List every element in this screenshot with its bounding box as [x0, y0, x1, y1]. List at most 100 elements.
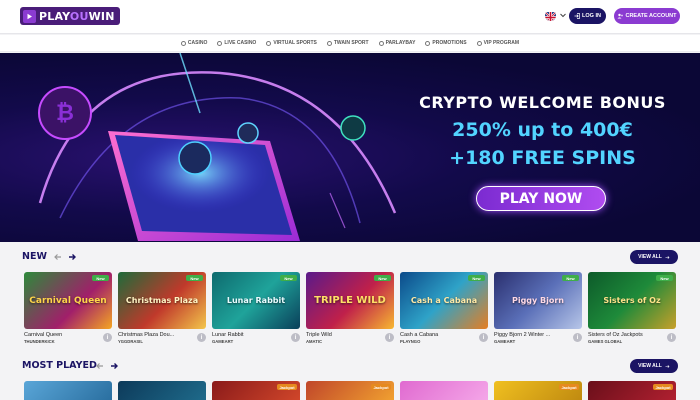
- nav-label: LIVE CASINO: [224, 40, 257, 46]
- game-name: Triple Wild: [306, 332, 332, 338]
- play-now-button[interactable]: PLAY NOW: [476, 186, 606, 211]
- game-card[interactable]: Sisters of Oz New Sisters of Oz Jackpots…: [588, 272, 676, 344]
- view-all-button[interactable]: VIEW ALL: [630, 250, 678, 264]
- logo-text: PLAYOUWIN: [39, 9, 115, 23]
- game-thumbnail[interactable]: Jackpot: [212, 381, 300, 400]
- game-card[interactable]: Cash a Cabana New Cash a Cabana PLAYNGO …: [400, 272, 488, 344]
- game-name: Sisters of Oz Jackpots: [588, 332, 643, 338]
- section-title-most-played: MOST PLAYED: [22, 360, 97, 371]
- nav-label: VIP PROGRAM: [483, 40, 520, 46]
- game-thumbnail[interactable]: Cash a Cabana New: [400, 272, 488, 329]
- new-badge: New: [374, 275, 391, 281]
- jackpot-badge: Jackpot: [371, 384, 391, 390]
- arrow-right-icon[interactable]: [108, 360, 120, 372]
- game-provider: YGGDRASIL: [118, 339, 143, 344]
- game-thumbnail[interactable]: TRIPLE WILD New: [306, 272, 394, 329]
- nav-label: VIRTUAL SPORTS: [273, 40, 317, 46]
- new-badge: New: [92, 275, 109, 281]
- game-name: Cash a Cabana: [400, 332, 439, 338]
- chevron-down-icon[interactable]: [559, 11, 567, 19]
- game-card[interactable]: Carnival Queen New Carnival Queen THUNDE…: [24, 272, 112, 344]
- login-icon: [574, 13, 580, 19]
- info-icon[interactable]: i: [197, 333, 206, 342]
- game-thumbnail[interactable]: Jackpot: [588, 381, 676, 400]
- arrow-right-icon: [665, 364, 670, 368]
- promotions-icon: [425, 40, 431, 46]
- game-thumbnail[interactable]: Christmas Plaza New: [118, 272, 206, 329]
- view-all-label: VIEW ALL: [638, 363, 662, 369]
- parlaybay-icon: [378, 40, 384, 46]
- game-name: Christmas Plaza Dou...: [118, 332, 175, 338]
- game-thumbnail[interactable]: Lunar Rabbit New: [212, 272, 300, 329]
- game-thumbnail[interactable]: Piggy Bjorn New: [494, 272, 582, 329]
- info-icon[interactable]: i: [103, 333, 112, 342]
- game-thumbnail[interactable]: Jackpot: [306, 381, 394, 400]
- game-thumbnail[interactable]: [118, 381, 206, 400]
- arrow-left-icon[interactable]: [52, 251, 64, 263]
- game-card[interactable]: Lunar Rabbit New Lunar Rabbit GAMEART i: [212, 272, 300, 344]
- nav-label: PROMOTIONS: [432, 40, 467, 46]
- login-button[interactable]: LOG IN: [569, 8, 606, 24]
- game-provider: GAMEART: [494, 339, 516, 344]
- info-icon[interactable]: i: [573, 333, 582, 342]
- new-badge: New: [656, 275, 673, 281]
- info-icon[interactable]: i: [385, 333, 394, 342]
- section-title-new: NEW: [22, 251, 47, 262]
- nav-label: TWAIN SPORT: [333, 40, 369, 46]
- live-casino-icon: [217, 40, 223, 46]
- most-played-section-header: MOST PLAYED VIEW ALL: [0, 358, 700, 376]
- game-card[interactable]: Christmas Plaza New Christmas Plaza Dou.…: [118, 272, 206, 344]
- twain-sport-icon: [326, 40, 332, 46]
- virtual-sports-icon: [266, 40, 272, 46]
- nav-label: PARLAYBAY: [385, 40, 416, 46]
- jackpot-badge: Jackpot: [559, 384, 579, 390]
- view-all-button[interactable]: VIEW ALL: [630, 359, 678, 373]
- hero-banner[interactable]: ₿ CRYPTO WELCOME BONUS 250% up to 400€ +…: [0, 53, 700, 242]
- info-icon[interactable]: i: [667, 333, 676, 342]
- game-thumbnail[interactable]: Sisters of Oz New: [588, 272, 676, 329]
- vip-icon: [476, 40, 482, 46]
- new-badge: New: [186, 275, 203, 281]
- game-provider: GAMES GLOBAL: [588, 339, 623, 344]
- game-thumbnail[interactable]: [24, 381, 112, 400]
- game-thumbnail[interactable]: [400, 381, 488, 400]
- info-icon[interactable]: i: [291, 333, 300, 342]
- main-nav: CASINO LIVE CASINO VIRTUAL SPORTS TWAIN …: [0, 35, 700, 52]
- game-thumbnail[interactable]: Jackpot: [494, 381, 582, 400]
- new-badge: New: [468, 275, 485, 281]
- nav-item-live-casino[interactable]: LIVE CASINO: [217, 40, 256, 46]
- new-badge: New: [562, 275, 579, 281]
- game-card[interactable]: Piggy Bjorn New Piggy Bjorn 2 Winter ...…: [494, 272, 582, 344]
- nav-item-promotions[interactable]: PROMOTIONS: [425, 40, 467, 46]
- nav-label: CASINO: [187, 40, 208, 46]
- svg-text:₿: ₿: [56, 101, 74, 126]
- game-thumbnail[interactable]: Carnival Queen New: [24, 272, 112, 329]
- game-provider: AMATIC: [306, 339, 322, 344]
- view-all-label: VIEW ALL: [638, 254, 662, 260]
- nav-item-casino[interactable]: CASINO: [180, 40, 208, 46]
- casino-icon: [180, 40, 186, 46]
- nav-item-parlaybay[interactable]: PARLAYBAY: [378, 40, 416, 46]
- arrow-left-icon[interactable]: [94, 360, 106, 372]
- nav-item-vip-program[interactable]: VIP PROGRAM: [476, 40, 520, 46]
- hero-bonus-line2: +180 FREE SPINS: [449, 147, 636, 169]
- create-account-label: CREATE ACCOUNT: [625, 13, 677, 19]
- create-account-button[interactable]: CREATE ACCOUNT: [614, 8, 680, 24]
- game-name: Piggy Bjorn 2 Winter ...: [494, 332, 551, 338]
- game-provider: GAMEART: [212, 339, 234, 344]
- uk-flag-icon[interactable]: [545, 10, 556, 21]
- arrow-right-icon[interactable]: [66, 251, 78, 263]
- game-provider: THUNDERKICK: [24, 339, 55, 344]
- nav-item-virtual-sports[interactable]: VIRTUAL SPORTS: [266, 40, 317, 46]
- game-card[interactable]: TRIPLE WILD New Triple Wild AMATIC i: [306, 272, 394, 344]
- nav-item-twain-sport[interactable]: TWAIN SPORT: [326, 40, 369, 46]
- game-name: Lunar Rabbit: [212, 332, 244, 338]
- hero-title: CRYPTO WELCOME BONUS: [419, 93, 666, 112]
- hero-bonus-line1: 250% up to 400€: [452, 119, 633, 141]
- site-logo[interactable]: PLAYOUWIN: [20, 7, 120, 25]
- new-section-header: NEW VIEW ALL: [0, 249, 700, 267]
- login-label: LOG IN: [582, 13, 601, 19]
- jackpot-badge: Jackpot: [653, 384, 673, 390]
- info-icon[interactable]: i: [479, 333, 488, 342]
- arrow-right-icon: [665, 255, 670, 259]
